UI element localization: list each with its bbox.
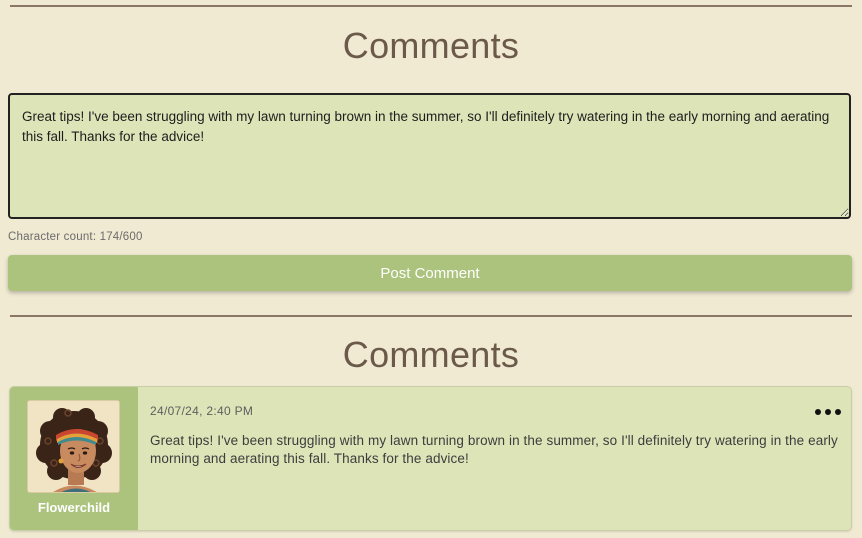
more-options-button[interactable] bbox=[815, 403, 841, 421]
comment-author-panel: Flowerchild bbox=[10, 387, 138, 530]
more-options-dot bbox=[825, 409, 831, 415]
composer-title: Comments bbox=[342, 25, 520, 66]
more-options-icon bbox=[815, 409, 821, 415]
section-divider bbox=[10, 315, 852, 317]
comments-list-title: Comments bbox=[342, 334, 520, 375]
comment-card: Flowerchild 24/07/24, 2:40 PM Great tips… bbox=[9, 386, 852, 531]
avatar[interactable] bbox=[27, 400, 120, 493]
comment-input[interactable] bbox=[8, 93, 851, 219]
more-options-dot bbox=[835, 409, 841, 415]
character-count: Character count: 174/600 bbox=[8, 231, 143, 243]
comment-timestamp: 24/07/24, 2:40 PM bbox=[150, 404, 254, 418]
comment-body: Great tips! I've been struggling with my… bbox=[150, 433, 838, 466]
comments-page: Comments Character count: 174/600 Post C… bbox=[0, 0, 862, 538]
post-comment-button[interactable]: Post Comment bbox=[8, 255, 852, 291]
top-divider bbox=[10, 5, 852, 7]
comment-username[interactable]: Flowerchild bbox=[10, 500, 138, 515]
avatar-illustration-icon bbox=[28, 401, 119, 492]
